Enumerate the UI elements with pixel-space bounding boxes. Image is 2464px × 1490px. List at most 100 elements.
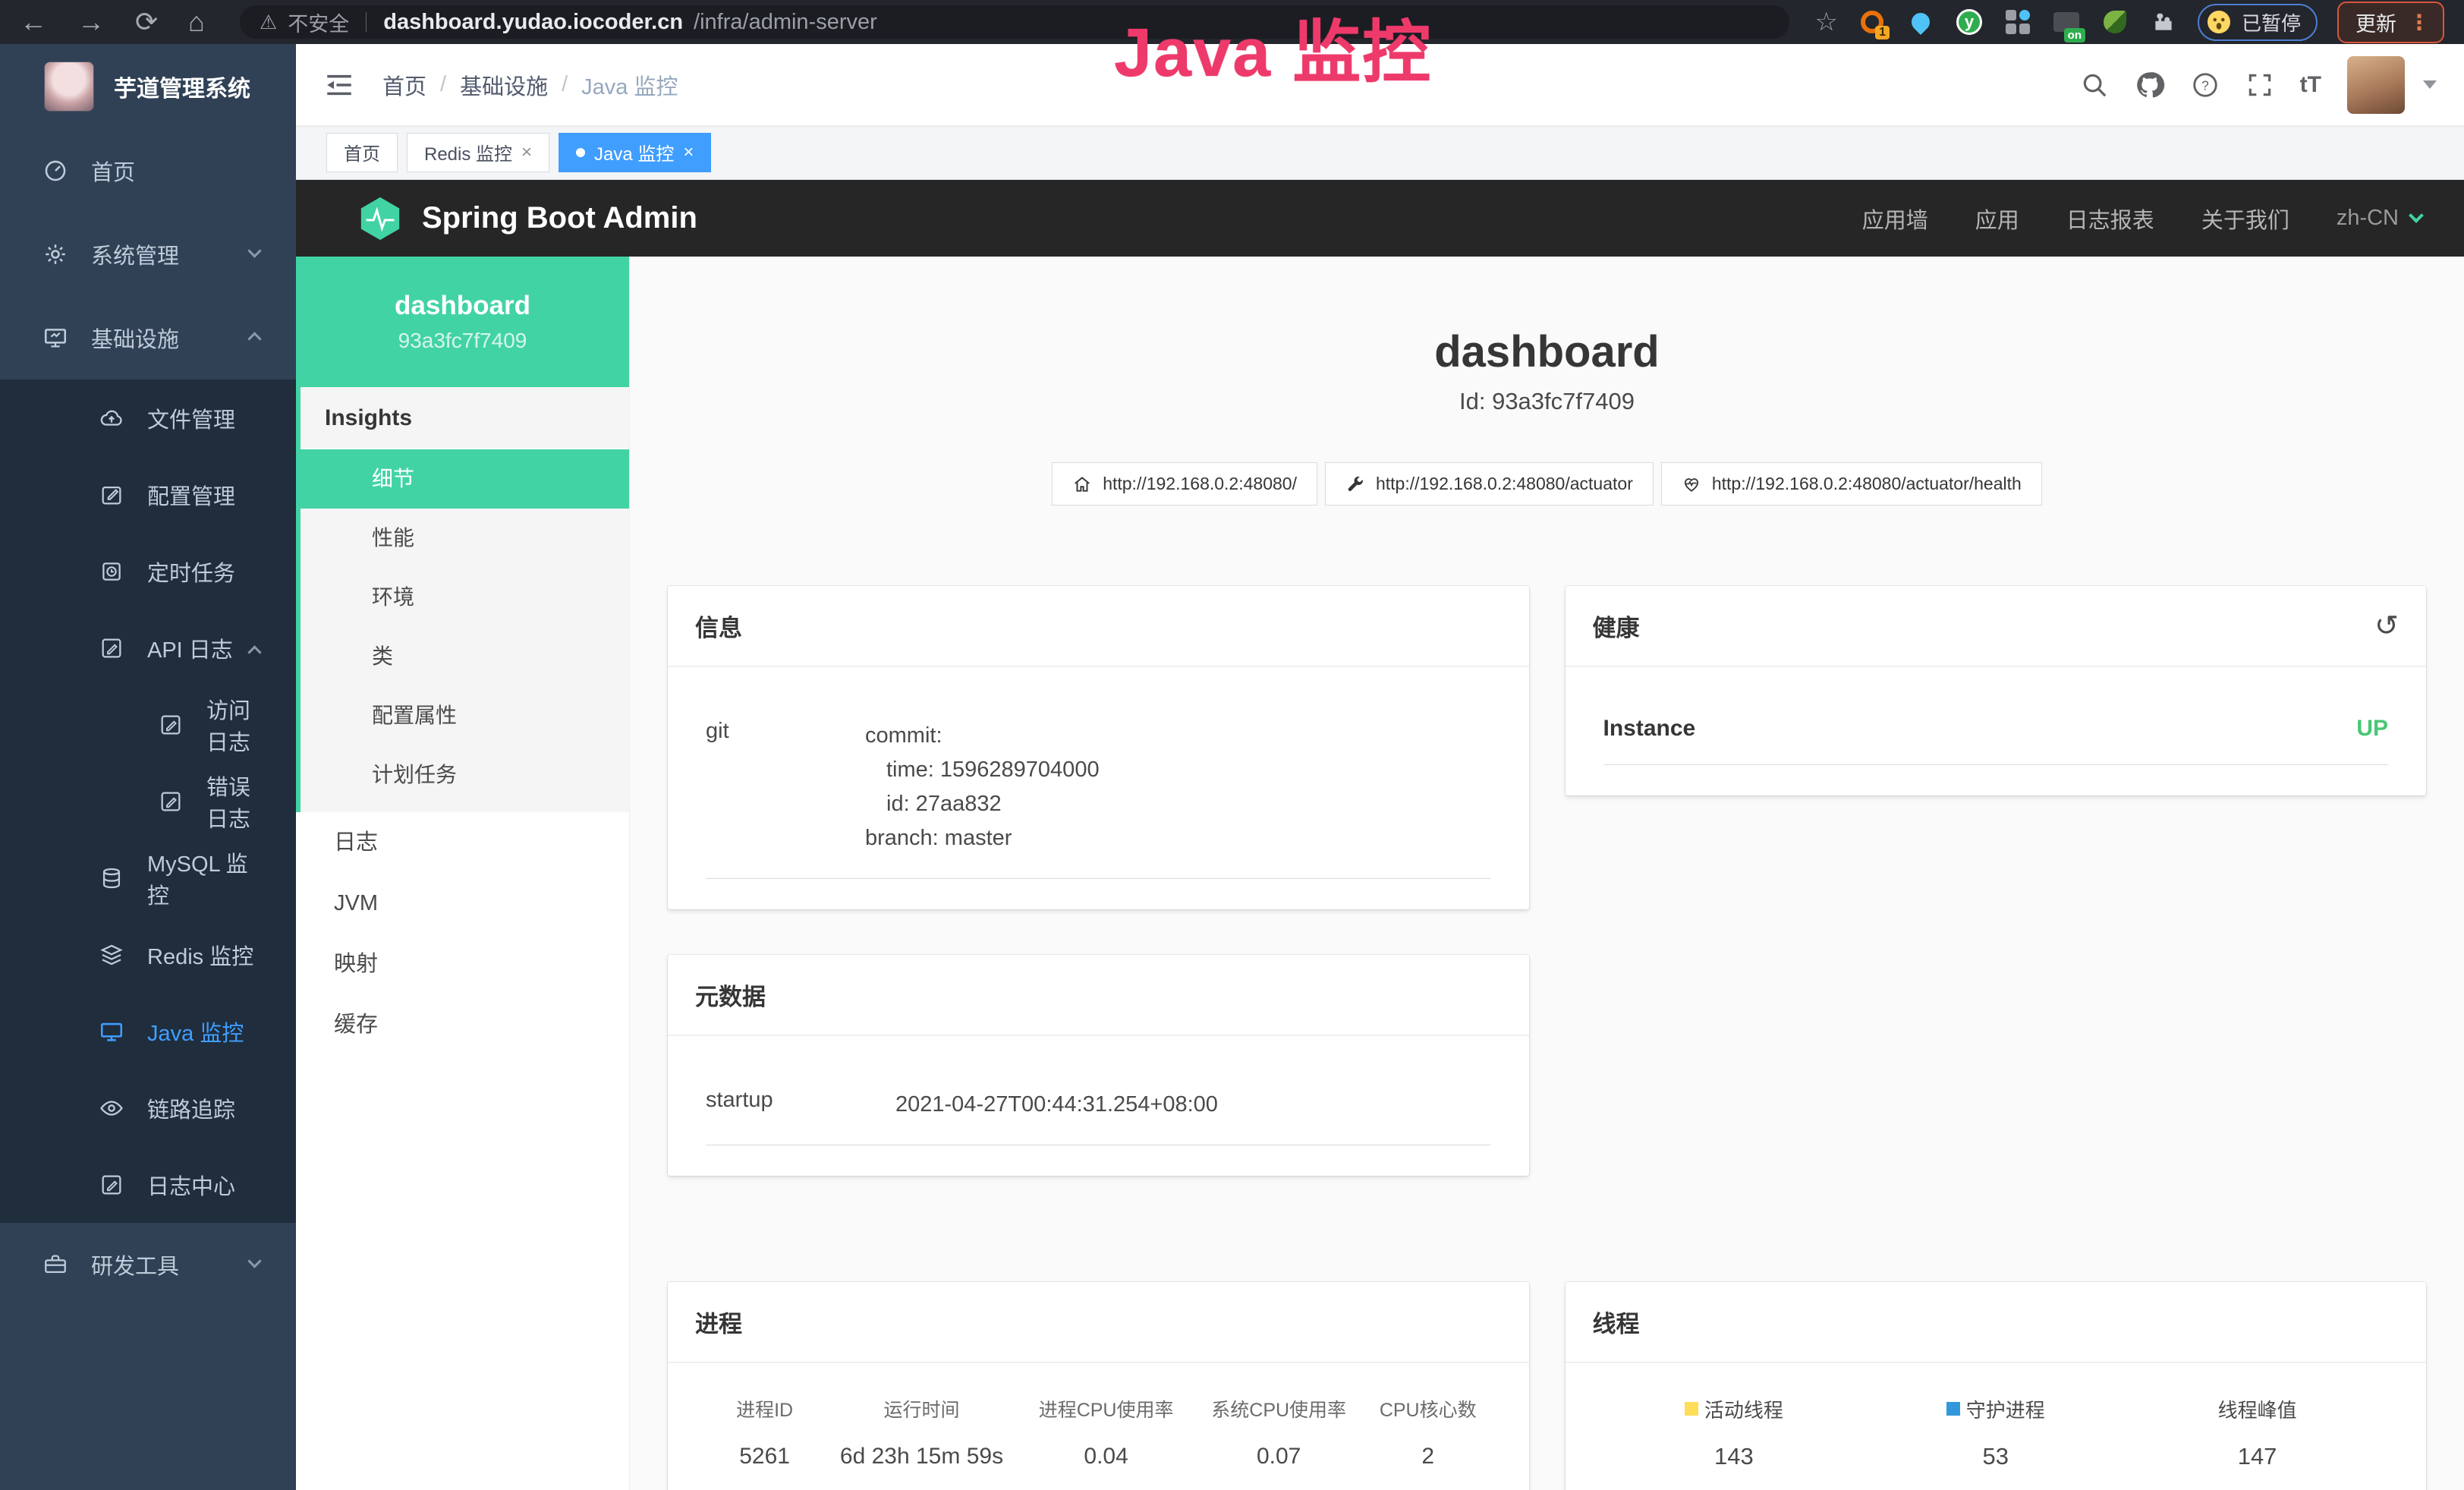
metadata-card-title: 元数据 xyxy=(695,978,766,1012)
browser-forward-icon[interactable]: → xyxy=(77,0,105,44)
chevron-down-icon xyxy=(247,244,261,257)
browser-reload-icon[interactable]: ⟳ xyxy=(135,0,158,44)
browser-home-icon[interactable]: ⌂ xyxy=(188,0,205,44)
history-icon[interactable]: ↺ xyxy=(2374,612,2399,641)
sidebar-item-file-mgmt[interactable]: 文件管理 xyxy=(0,380,296,456)
sidebar-item-home[interactable]: 首页 xyxy=(0,129,296,213)
pin-shape xyxy=(1908,9,1934,35)
startup-value: 2021-04-27T00:44:31.254+08:00 xyxy=(895,1088,1218,1122)
svg-text:?: ? xyxy=(2201,77,2209,93)
sba-menu-classes[interactable]: 类 xyxy=(301,627,629,686)
breadcrumb-separator: / xyxy=(562,72,568,97)
app-logo-avatar xyxy=(44,61,94,112)
sidebar-collapse-icon[interactable] xyxy=(323,69,355,101)
avatar-caret-icon[interactable] xyxy=(2423,80,2437,89)
sidebar-item-infrastructure[interactable]: 基础设施 xyxy=(0,296,296,380)
close-icon[interactable]: × xyxy=(521,142,532,163)
address-divider xyxy=(366,12,367,32)
sidebar-item-java-monitor[interactable]: Java 监控 xyxy=(0,993,296,1069)
info-card-body: git commit: time: 1596289704000 id: 27aa… xyxy=(668,667,1529,909)
service-url-button[interactable]: http://192.168.0.2:48080/ xyxy=(1052,462,1317,506)
profile-paused-chip[interactable]: 已暂停 xyxy=(2198,4,2318,41)
sba-menu-metrics[interactable]: 性能 xyxy=(301,509,629,568)
instance-links: http://192.168.0.2:48080/ http://192.168… xyxy=(630,462,2464,506)
fullscreen-icon[interactable] xyxy=(2245,71,2274,99)
sidebar-item-tracing[interactable]: 链路追踪 xyxy=(0,1069,296,1146)
kebab-menu-icon[interactable]: ⋮ xyxy=(2409,10,2431,35)
browser-actions: ☆ 1 y on 已暂停 xyxy=(1815,2,2445,43)
sidebar-item-label: 日志中心 xyxy=(147,1169,235,1201)
sba-nav-journal[interactable]: 日志报表 xyxy=(2066,203,2154,235)
briefcase-icon xyxy=(42,1252,68,1277)
annotation-java-monitor: Java 监控 xyxy=(1114,0,1432,96)
git-key: git xyxy=(706,719,865,855)
startup-row: startup 2021-04-27T00:44:31.254+08:00 xyxy=(706,1068,1491,1145)
sba-brand[interactable]: Spring Boot Admin xyxy=(357,195,697,242)
sba-menu-details[interactable]: 细节 xyxy=(301,449,629,509)
chrome-update-button[interactable]: 更新 ⋮ xyxy=(2337,2,2444,43)
bookmark-star-icon[interactable]: ☆ xyxy=(1815,7,1838,37)
tab-home[interactable]: 首页 xyxy=(326,133,398,172)
help-icon[interactable]: ? xyxy=(2191,71,2220,99)
address-bar[interactable]: ⚠ 不安全 dashboard.yudao.iocoder.cn /infra/… xyxy=(240,5,1789,39)
search-icon[interactable] xyxy=(2080,71,2109,99)
sba-menu-caches[interactable]: 缓存 xyxy=(296,994,629,1055)
sba-menu-logging[interactable]: 日志 xyxy=(296,812,629,873)
health-card-header: 健康 ↺ xyxy=(1566,586,2427,667)
insights-group-label[interactable]: Insights xyxy=(301,387,629,449)
breadcrumb-home[interactable]: 首页 xyxy=(382,69,426,101)
extension-y-icon[interactable]: y xyxy=(1955,8,1984,36)
url-path: /infra/admin-server xyxy=(694,10,877,35)
extension-leaf-icon[interactable] xyxy=(2101,8,2129,36)
chevron-down-icon xyxy=(247,1254,261,1268)
instance-header[interactable]: dashboard 93a3fc7f7409 xyxy=(296,257,629,387)
actuator-url-button[interactable]: http://192.168.0.2:48080/actuator xyxy=(1325,462,1654,506)
extension-grid-icon[interactable] xyxy=(2003,8,2032,36)
sidebar-item-system-mgmt[interactable]: 系统管理 xyxy=(0,213,296,296)
browser-back-icon[interactable]: ← xyxy=(20,0,47,44)
header-actions: ? tT xyxy=(2080,56,2437,114)
sidebar-item-access-log[interactable]: 访问日志 xyxy=(0,686,296,763)
sba-menu-config-props[interactable]: 配置属性 xyxy=(301,686,629,745)
sba-language-select[interactable]: zh-CN xyxy=(2337,206,2422,231)
sba-menu-scheduled-tasks[interactable]: 计划任务 xyxy=(301,745,629,805)
log-edit-icon xyxy=(158,712,184,738)
github-icon[interactable] xyxy=(2135,70,2165,100)
sidebar-item-redis-monitor[interactable]: Redis 监控 xyxy=(0,916,296,993)
sidebar-item-config-mgmt[interactable]: 配置管理 xyxy=(0,456,296,533)
breadcrumb-infra[interactable]: 基础设施 xyxy=(460,69,548,101)
extension-orange-icon[interactable]: 1 xyxy=(1858,8,1887,36)
sba-nav-wallboard[interactable]: 应用墙 xyxy=(1862,203,1928,235)
sidebar-item-api-log[interactable]: API 日志 xyxy=(0,610,296,686)
extension-badge: 1 xyxy=(1875,26,1890,39)
active-tab-dot xyxy=(576,148,585,157)
sidebar-item-error-log[interactable]: 错误日志 xyxy=(0,763,296,840)
font-size-icon[interactable]: tT xyxy=(2300,72,2321,98)
tab-java-monitor[interactable]: Java 监控 × xyxy=(559,133,711,172)
metadata-card-body: startup 2021-04-27T00:44:31.254+08:00 xyxy=(668,1036,1529,1176)
health-card-title: 健康 xyxy=(1593,609,1640,643)
sidebar-item-dev-tools[interactable]: 研发工具 xyxy=(0,1223,296,1306)
log-edit-icon xyxy=(99,1172,124,1198)
extension-pin-icon[interactable] xyxy=(1906,8,1935,36)
sba-menu-mappings[interactable]: 映射 xyxy=(296,934,629,994)
sidebar-item-label: 配置管理 xyxy=(147,479,235,511)
sidebar-item-mysql-monitor[interactable]: MySQL 监控 xyxy=(0,840,296,916)
on-badge: on xyxy=(2064,28,2085,43)
sba-nav-about[interactable]: 关于我们 xyxy=(2201,203,2289,235)
sba-menu-jvm[interactable]: JVM xyxy=(296,873,629,934)
user-avatar[interactable] xyxy=(2347,56,2405,114)
sidebar-item-scheduled-jobs[interactable]: 定时任务 xyxy=(0,533,296,610)
close-icon[interactable]: × xyxy=(683,142,694,163)
sba-menu-environment[interactable]: 环境 xyxy=(301,568,629,627)
health-url-button[interactable]: http://192.168.0.2:48080/actuator/health xyxy=(1661,462,2042,506)
extension-on-icon[interactable]: on xyxy=(2052,8,2081,36)
sba-nav-applications[interactable]: 应用 xyxy=(1975,203,2019,235)
extensions-puzzle-icon[interactable] xyxy=(2149,8,2178,36)
sidebar-item-log-center[interactable]: 日志中心 xyxy=(0,1146,296,1223)
app-logo-row[interactable]: 芋道管理系统 xyxy=(0,44,296,129)
sidebar-item-label: 系统管理 xyxy=(91,238,179,270)
tab-redis-monitor[interactable]: Redis 监控 × xyxy=(407,133,549,172)
dashboard-gauge-icon xyxy=(42,158,68,184)
tab-label: 首页 xyxy=(344,139,380,165)
